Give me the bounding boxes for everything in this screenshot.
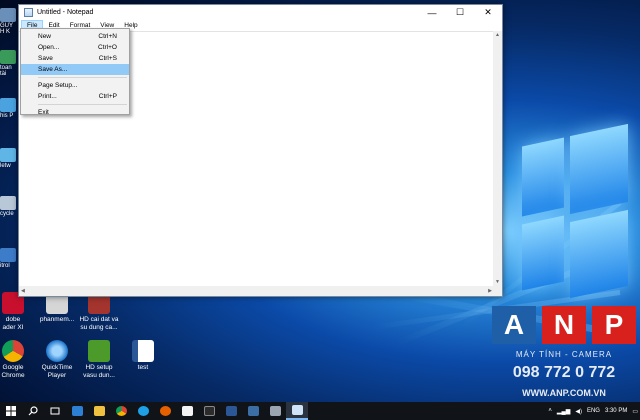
taskbar-app-chrome[interactable] (110, 402, 132, 420)
menu-item-label: Exit (38, 109, 49, 116)
taskbar-app-edge[interactable] (66, 402, 88, 420)
chrome-icon (115, 406, 127, 416)
taskbar-app-ie[interactable] (132, 402, 154, 420)
scroll-right-icon[interactable]: ▶ (488, 288, 492, 294)
anp-phone: 098 772 0 772 (512, 364, 616, 381)
network-icon[interactable]: ▂▄▆ (557, 408, 570, 415)
internet-explorer-icon (137, 406, 149, 416)
media-icon (203, 406, 215, 416)
chevron-up-icon[interactable]: ˄ (548, 408, 552, 414)
resize-grip[interactable] (493, 286, 502, 296)
menu-item-label: Print... (38, 93, 57, 100)
scroll-down-icon[interactable]: ▼ (495, 279, 500, 285)
menu-item-label: Save As... (38, 66, 68, 73)
video-file-icon (88, 340, 110, 362)
title-bar[interactable]: Untitled - Notepad — ☐ ✕ (19, 5, 502, 20)
search-button[interactable] (22, 402, 44, 420)
firefox-icon (159, 406, 171, 416)
menu-separator (38, 104, 127, 105)
taskbar: ˄ ▂▄▆ ◀) ENG 3:30 PM ▭ (0, 402, 640, 420)
notification-icon[interactable]: ▭ (632, 408, 638, 415)
menu-item-label: Open... (38, 44, 60, 51)
notepad-icon (24, 8, 33, 17)
horizontal-scrollbar[interactable]: ◀ ▶ (19, 286, 494, 296)
windows-start-icon (6, 406, 16, 416)
menu-item-label: Page Setup... (38, 82, 78, 89)
menu-item-shortcut: Ctrl+N (98, 33, 117, 40)
menu-item-shortcut: Ctrl+O (98, 44, 117, 51)
menu-item-print[interactable]: Print... Ctrl+P (21, 91, 129, 102)
desktop-icon-label: test (137, 364, 149, 371)
system-tray: ˄ ▂▄▆ ◀) ENG 3:30 PM ▭ (548, 402, 638, 420)
taskbar-app-store[interactable] (176, 402, 198, 420)
taskbar-app-vpn[interactable] (242, 402, 264, 420)
menu-item-label: New (38, 33, 52, 40)
clock[interactable]: 3:30 PM (605, 408, 627, 414)
menu-item-new[interactable]: New Ctrl+N (21, 31, 129, 42)
menu-separator (38, 77, 127, 78)
taskbar-app-firefox[interactable] (154, 402, 176, 420)
window-title: Untitled - Notepad (37, 9, 94, 16)
taskbar-app-explorer[interactable] (88, 402, 110, 420)
anp-watermark: A N P MÁY TÍNH - CAMERA 098 772 0 772 WW… (490, 306, 638, 416)
anp-letter-p: P (592, 306, 636, 344)
task-view-button[interactable] (44, 402, 66, 420)
menu-item-open[interactable]: Open... Ctrl+O (21, 42, 129, 53)
anp-tagline: MÁY TÍNH - CAMERA (515, 350, 613, 359)
desktop-icon-hd-cai-dat[interactable]: HD cai dat va su dung ca... (72, 292, 126, 332)
menu-item-shortcut: Ctrl+S (98, 55, 117, 62)
desktop-icon-test[interactable]: test (116, 340, 170, 372)
anp-letter-n: N (542, 306, 586, 344)
language-indicator[interactable]: ENG (587, 408, 600, 414)
notepad-icon (291, 405, 303, 415)
close-button[interactable]: ✕ (474, 5, 502, 20)
menu-item-save-as[interactable]: Save As... (21, 64, 129, 75)
taskbar-app-media[interactable] (198, 402, 220, 420)
windows-logo-wallpaper (500, 123, 630, 320)
store-icon (181, 406, 193, 416)
menu-item-save[interactable]: Save Ctrl+S (21, 53, 129, 64)
task-view-icon (50, 407, 60, 415)
word-icon (225, 406, 237, 416)
app-icon (247, 406, 259, 416)
volume-icon[interactable]: ◀) (575, 408, 582, 415)
menu-item-shortcut: Ctrl+P (98, 93, 117, 100)
file-menu-dropdown: New Ctrl+N Open... Ctrl+O Save Ctrl+S Sa… (20, 28, 130, 118)
menu-item-exit[interactable]: Exit (21, 107, 129, 118)
word-document-icon (132, 340, 154, 362)
quicktime-icon (46, 340, 68, 362)
minimize-button[interactable]: — (418, 5, 446, 20)
app-icon (269, 406, 281, 416)
start-button[interactable] (0, 402, 22, 420)
anp-letter-a: A (492, 306, 536, 344)
menu-item-label: Save (38, 55, 53, 62)
edge-icon (71, 406, 83, 416)
search-icon (28, 406, 38, 416)
folder-icon (93, 406, 105, 416)
scroll-left-icon[interactable]: ◀ (21, 288, 25, 294)
chrome-icon (2, 340, 24, 362)
maximize-button[interactable]: ☐ (446, 5, 474, 20)
anp-site: WWW.ANP.COM.VN (522, 388, 606, 398)
vertical-scrollbar[interactable]: ▲ ▼ (493, 31, 502, 286)
taskbar-app-word[interactable] (220, 402, 242, 420)
menu-item-page-setup[interactable]: Page Setup... (21, 80, 129, 91)
desktop-icon-label: HD cai dat va su dung ca... (79, 316, 119, 331)
taskbar-app-control[interactable] (264, 402, 286, 420)
taskbar-app-notepad[interactable] (286, 402, 308, 420)
scroll-up-icon[interactable]: ▲ (495, 32, 500, 38)
